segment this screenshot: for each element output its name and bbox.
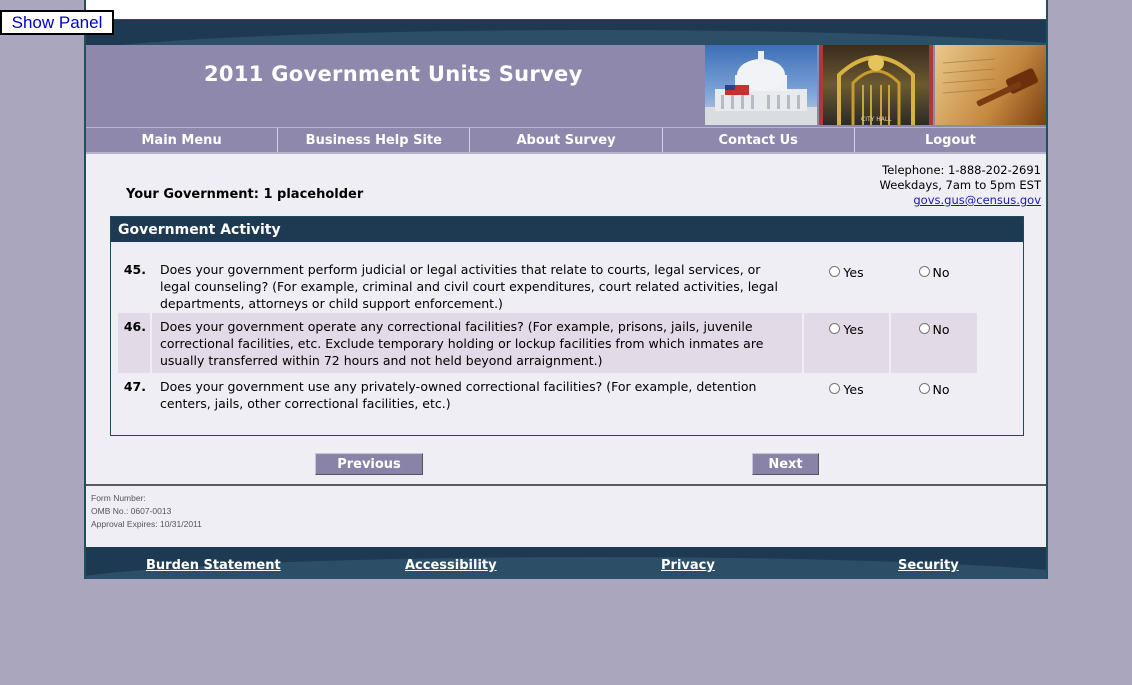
show-panel-button[interactable]: Show Panel: [0, 10, 114, 35]
footer-security-link[interactable]: Security: [898, 558, 959, 573]
no-option: No: [891, 373, 977, 416]
section-title: Government Activity: [111, 217, 1023, 242]
question-text: Does your government operate any correct…: [152, 313, 802, 373]
header-band: [86, 20, 1046, 45]
page-title: 2011 Government Units Survey: [204, 62, 583, 86]
footer-burden-statement-link[interactable]: Burden Statement: [146, 558, 281, 573]
no-radio[interactable]: [918, 383, 930, 394]
contact-hours: Weekdays, 7am to 5pm EST: [879, 178, 1041, 192]
contact-email-link[interactable]: govs.gus@census.gov: [913, 193, 1041, 207]
yes-option: Yes: [804, 373, 889, 416]
approval-expires: Approval Expires: 10/31/2011: [91, 519, 202, 529]
form-info: Form Number: OMB No.: 0607-0013 Approval…: [91, 492, 202, 531]
government-label: Your Government: 1 placeholder: [126, 187, 364, 202]
main-nav: Main Menu Business Help Site About Surve…: [86, 127, 1046, 154]
nav-about-survey[interactable]: About Survey: [470, 128, 663, 152]
yes-label: Yes: [843, 382, 864, 397]
question-number: 45.: [123, 262, 146, 277]
previous-button[interactable]: Previous: [315, 453, 423, 475]
yes-radio[interactable]: [829, 383, 841, 394]
nav-contact-us[interactable]: Contact Us: [663, 128, 855, 152]
no-label: No: [932, 322, 950, 337]
yes-label: Yes: [843, 265, 864, 280]
no-radio[interactable]: [918, 323, 930, 334]
survey-frame: 2011 Government Units Survey CITY HALL M…: [84, 0, 1048, 579]
form-number: Form Number:: [91, 493, 146, 503]
gavel-photo: [935, 45, 1046, 125]
omb-number: OMB No.: 0607-0013: [91, 506, 172, 516]
yes-radio[interactable]: [829, 266, 841, 277]
nav-main-menu[interactable]: Main Menu: [86, 128, 279, 152]
nav-business-help-site[interactable]: Business Help Site: [278, 128, 471, 152]
capitol-photo: [705, 45, 817, 125]
banner: 2011 Government Units Survey CITY HALL: [86, 45, 1046, 127]
footer-accessibility-link[interactable]: Accessibility: [405, 558, 497, 573]
no-label: No: [932, 265, 950, 280]
question-number: 47.: [123, 379, 146, 394]
contact-info: Telephone: 1-888-202-2691 Weekdays, 7am …: [880, 163, 1041, 208]
question-text: Does your government perform judicial or…: [160, 262, 778, 311]
svg-text:CITY HALL: CITY HALL: [861, 116, 892, 123]
no-label: No: [932, 382, 950, 397]
yes-label: Yes: [843, 322, 864, 337]
footer-privacy-link[interactable]: Privacy: [661, 558, 715, 573]
footer: Burden Statement Accessibility Privacy S…: [86, 547, 1046, 579]
question-row-45: 45. Does your government perform judicia…: [118, 256, 980, 316]
next-button[interactable]: Next: [752, 453, 819, 475]
no-option: No: [891, 313, 977, 373]
no-radio[interactable]: [918, 266, 930, 277]
yes-option: Yes: [804, 313, 889, 373]
question-number: 46.: [118, 313, 150, 373]
city-hall-photo: CITY HALL: [819, 45, 933, 125]
no-option: No: [891, 256, 977, 316]
divider: [86, 484, 1046, 486]
yes-radio[interactable]: [829, 323, 841, 334]
top-strip: [86, 0, 1046, 20]
question-text: Does your government use any privately-o…: [160, 379, 757, 411]
question-row-46: 46. Does your government operate any cor…: [118, 313, 980, 373]
question-row-47: 47. Does your government use any private…: [118, 373, 980, 416]
contact-telephone: Telephone: 1-888-202-2691: [882, 163, 1041, 177]
yes-option: Yes: [804, 256, 889, 316]
nav-logout[interactable]: Logout: [855, 128, 1046, 152]
